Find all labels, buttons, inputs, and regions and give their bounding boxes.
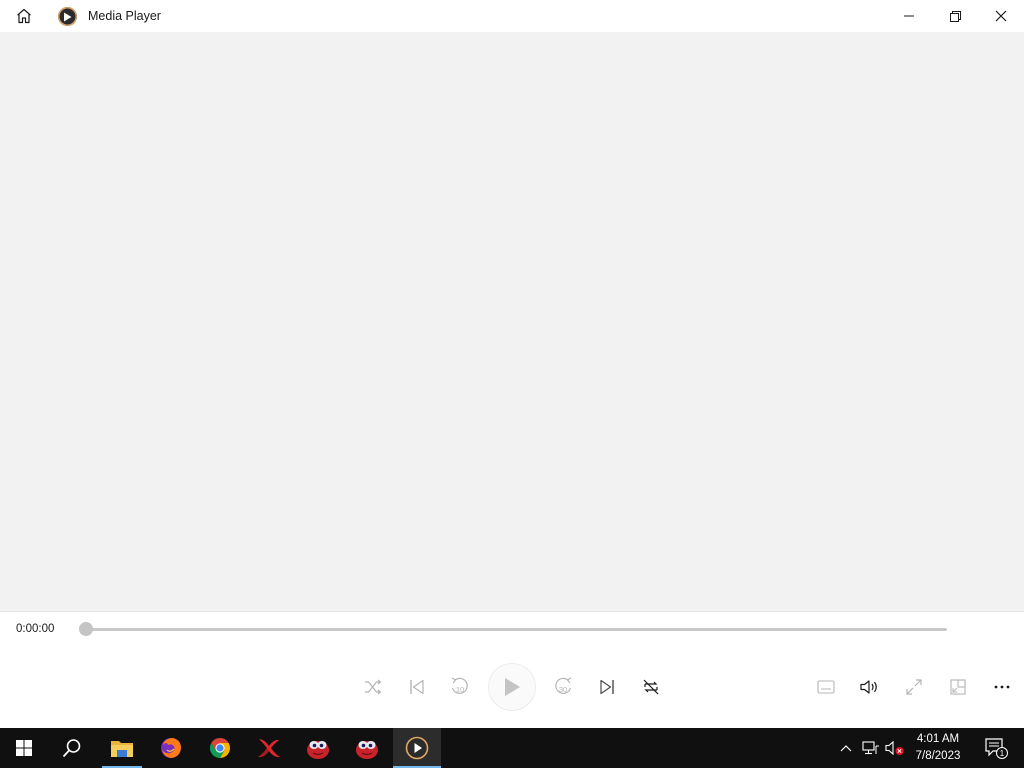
skip-forward-label: 30 [559, 685, 567, 694]
volume-button[interactable] [852, 669, 888, 705]
full-screen-button[interactable] [896, 669, 932, 705]
close-button[interactable] [978, 0, 1024, 32]
red-character-app-icon [356, 741, 378, 759]
taskbar-clock[interactable]: 4:01 AM 7/8/2023 [905, 731, 971, 765]
video-area[interactable] [0, 32, 1024, 611]
full-screen-icon [906, 679, 922, 695]
playback-controls: 0:00:00 10 30 [0, 611, 1024, 728]
shuffle-icon [365, 679, 382, 695]
start-button[interactable] [0, 728, 48, 768]
taskbar-chrome[interactable] [196, 728, 244, 768]
more-options-button[interactable] [984, 669, 1020, 705]
taskbar-media-player[interactable] [393, 728, 441, 768]
seek-bar[interactable] [86, 628, 947, 631]
repeat-off-icon [643, 679, 659, 695]
skip-forward-30-icon: 30 [555, 677, 572, 694]
play-icon [505, 678, 520, 696]
more-options-icon [994, 685, 1010, 689]
volume-icon [860, 680, 877, 694]
previous-button[interactable] [399, 669, 435, 705]
previous-icon [410, 679, 424, 695]
xampp-icon [258, 739, 280, 758]
volume-muted-icon [885, 740, 904, 756]
taskbar-file-explorer[interactable] [98, 728, 146, 768]
taskbar-xampp[interactable] [245, 728, 293, 768]
media-player-app-icon [58, 7, 77, 26]
taskbar: 4:01 AM 7/8/2023 1 [0, 728, 1024, 768]
network-icon [862, 741, 879, 755]
taskbar-app-red-1[interactable] [294, 728, 342, 768]
skip-back-label: 10 [456, 685, 464, 694]
notifications-icon: 1 [985, 738, 1008, 759]
search-button[interactable] [48, 728, 96, 768]
minimize-button[interactable] [886, 0, 932, 32]
show-hidden-icons-button[interactable] [836, 728, 856, 768]
media-player-icon [405, 736, 429, 760]
clock-date: 7/8/2023 [915, 750, 961, 762]
skip-forward-30-button[interactable]: 30 [545, 669, 581, 705]
title-bar: Media Player [0, 0, 1024, 32]
captions-icon [817, 680, 835, 694]
minimize-icon [904, 15, 914, 17]
chrome-icon [210, 738, 230, 758]
home-button[interactable] [8, 4, 40, 28]
shuffle-button[interactable] [355, 669, 391, 705]
next-button[interactable] [589, 669, 625, 705]
current-time: 0:00:00 [16, 623, 55, 635]
red-character-app-icon [307, 741, 329, 759]
network-tray-button[interactable] [860, 728, 882, 768]
close-icon [995, 10, 1007, 22]
seek-thumb[interactable] [79, 622, 93, 636]
firefox-icon [161, 738, 181, 758]
repeat-button[interactable] [633, 669, 669, 705]
windows-logo-icon [16, 740, 32, 756]
play-button[interactable] [488, 663, 536, 711]
skip-back-10-icon: 10 [451, 677, 468, 694]
volume-tray-button[interactable] [884, 728, 906, 768]
taskbar-firefox[interactable] [147, 728, 195, 768]
next-icon [600, 679, 614, 695]
skip-back-10-button[interactable]: 10 [442, 669, 478, 705]
chevron-up-icon [840, 745, 852, 752]
restore-button[interactable] [932, 0, 978, 32]
mini-player-button[interactable] [940, 669, 976, 705]
home-icon [17, 8, 31, 24]
restore-icon [949, 10, 961, 22]
taskbar-app-red-2[interactable] [343, 728, 391, 768]
captions-button[interactable] [808, 669, 844, 705]
window-title: Media Player [88, 9, 161, 23]
mini-player-icon [950, 679, 966, 695]
notification-count: 1 [1000, 749, 1005, 758]
folder-icon [111, 741, 133, 757]
clock-time: 4:01 AM [916, 733, 960, 745]
search-icon [62, 739, 81, 758]
notifications-button[interactable]: 1 [978, 728, 1014, 768]
